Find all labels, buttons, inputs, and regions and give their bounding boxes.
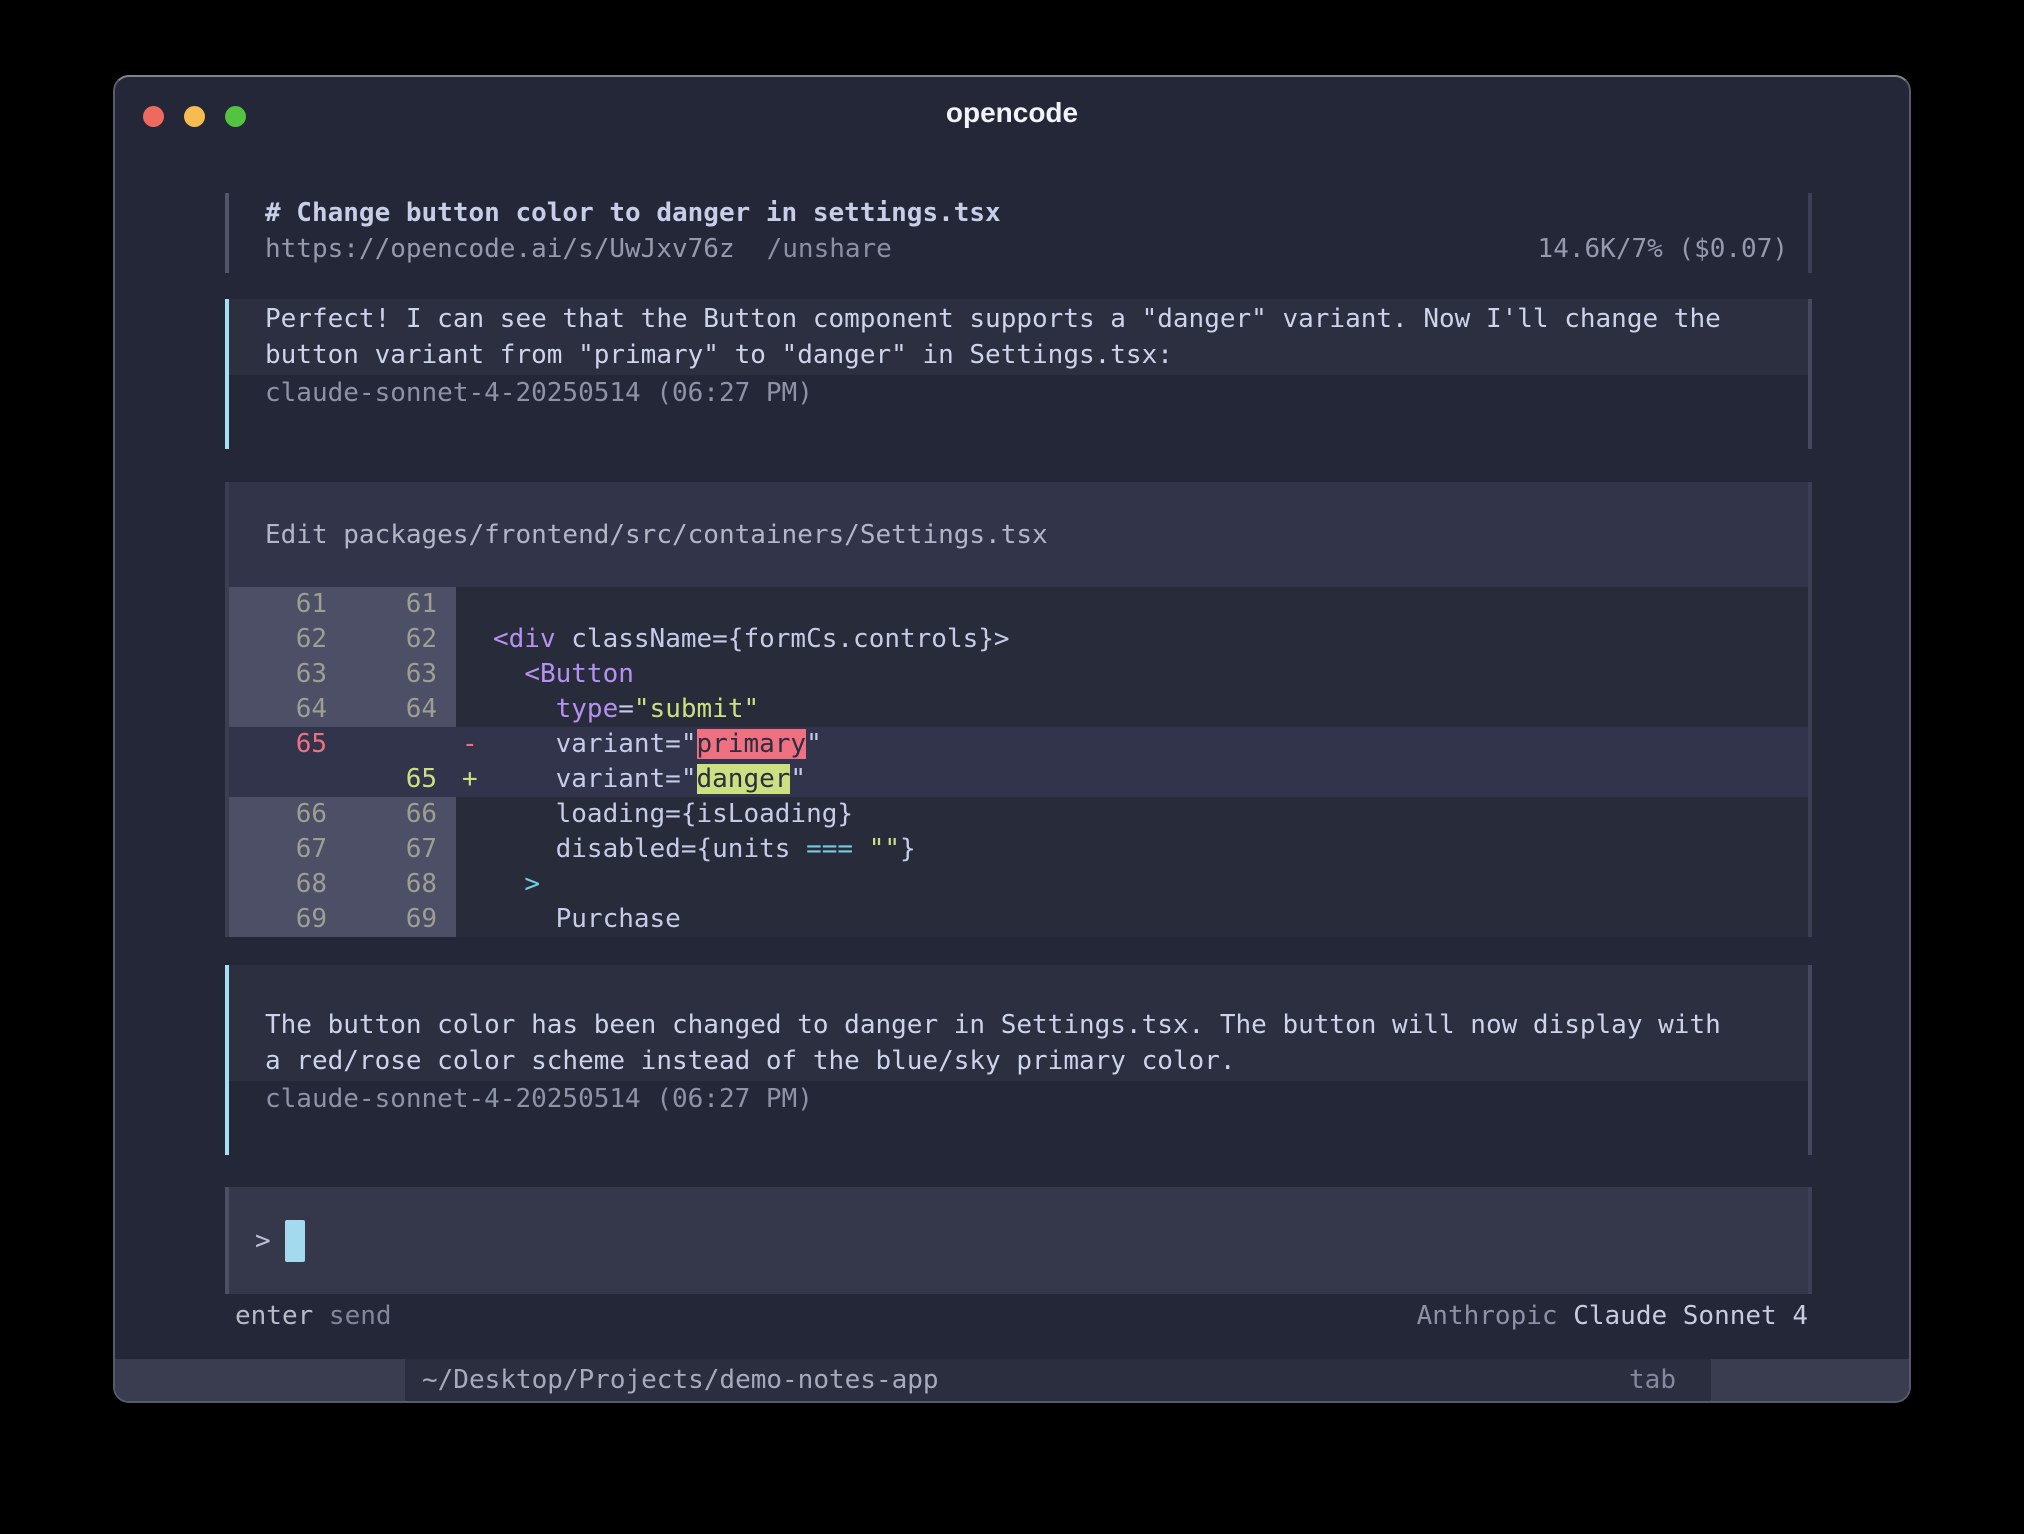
- diff-code-line: variant="primary": [490, 727, 822, 762]
- window-title: opencode: [115, 77, 1909, 145]
- diff-row: 6969 Purchase: [229, 902, 1808, 937]
- message-text-line: Perfect! I can see that the Button compo…: [265, 301, 1808, 337]
- text-cursor: [285, 1220, 305, 1262]
- session-title: # Change button color to danger in setti…: [265, 195, 1001, 231]
- diff-code-line: >: [490, 867, 540, 902]
- diff-row: 6464 type="submit": [229, 692, 1808, 727]
- diff-code-line: <div className={formCs.controls}>: [490, 622, 1010, 657]
- diff-code-line: [490, 587, 493, 622]
- diff-row: 6161: [229, 587, 1808, 622]
- input-hint-row: enter send Anthropic Claude Sonnet 4: [225, 1298, 1812, 1334]
- diff-change-marker: [456, 797, 490, 832]
- model-indicator[interactable]: Anthropic Claude Sonnet 4: [1417, 1298, 1808, 1334]
- diff-code-line: Purchase: [490, 902, 681, 937]
- prompt-input[interactable]: >: [225, 1187, 1812, 1294]
- diff-code-line: type="submit": [490, 692, 759, 727]
- message-body: Perfect! I can see that the Button compo…: [229, 299, 1808, 375]
- assistant-message: Perfect! I can see that the Button compo…: [225, 299, 1812, 449]
- diff-change-marker: [456, 867, 490, 902]
- session-meta-row: https://opencode.ai/s/UwJxv76z /unshare …: [265, 231, 1788, 267]
- enter-key-hint: enter: [235, 1301, 313, 1331]
- prompt-symbol: >: [255, 1226, 271, 1256]
- diff-row: 6666 loading={isLoading}: [229, 797, 1808, 832]
- diff-view: 61616262 <div className={formCs.controls}…: [229, 587, 1808, 937]
- window-titlebar[interactable]: opencode: [115, 77, 1909, 145]
- diff-change-marker: +: [456, 762, 490, 797]
- message-text-line: a red/rose color scheme instead of the b…: [265, 1043, 1808, 1079]
- send-hint: enter send: [235, 1298, 392, 1334]
- diff-line-numbers: 6767: [229, 832, 456, 867]
- diff-code-line: disabled={units === ""}: [490, 832, 916, 867]
- assistant-message: The button color has been changed to dan…: [225, 965, 1812, 1155]
- app-version-badge: opencodev0.3.11: [115, 1359, 405, 1401]
- diff-change-marker: [456, 657, 490, 692]
- diff-row: 65+ variant="danger": [229, 762, 1808, 797]
- message-text-line: button variant from "primary" to "danger…: [265, 337, 1808, 373]
- opencode-terminal-window: opencode # Change button color to danger…: [113, 75, 1911, 1403]
- diff-line-numbers: 65: [229, 762, 456, 797]
- mode-badge[interactable]: BUILD MODE: [1711, 1359, 1909, 1401]
- unshare-command[interactable]: /unshare: [767, 231, 892, 267]
- message-model-timestamp: claude-sonnet-4-20250514 (06:27 PM): [229, 1081, 1808, 1117]
- provider-name: Anthropic: [1417, 1301, 1558, 1331]
- diff-row: 6868 >: [229, 867, 1808, 902]
- diff-code-line: <Button: [490, 657, 634, 692]
- diff-line-numbers: 6868: [229, 867, 456, 902]
- diff-change-marker: -: [456, 727, 490, 762]
- diff-code-line: loading={isLoading}: [490, 797, 853, 832]
- message-model-timestamp: claude-sonnet-4-20250514 (06:27 PM): [229, 375, 1808, 411]
- diff-change-marker: [456, 622, 490, 657]
- diff-row: 6363 <Button: [229, 657, 1808, 692]
- tab-key-hint[interactable]: tab: [1629, 1359, 1676, 1401]
- send-label: send: [313, 1301, 391, 1331]
- diff-change-marker: [456, 902, 490, 937]
- diff-line-numbers: 6161: [229, 587, 456, 622]
- diff-change-marker: [456, 587, 490, 622]
- message-body: The button color has been changed to dan…: [229, 965, 1808, 1081]
- diff-line-numbers: 6666: [229, 797, 456, 832]
- session-title-row: # Change button color to danger in setti…: [265, 195, 1788, 231]
- diff-change-marker: [456, 692, 490, 727]
- status-bar: opencodev0.3.11 ~/Desktop/Projects/demo-…: [115, 1359, 1909, 1401]
- file-edit-tool-card: Edit packages/frontend/src/containers/Se…: [225, 482, 1812, 937]
- edit-card-header: Edit packages/frontend/src/containers/Se…: [229, 482, 1808, 587]
- diff-line-numbers: 65: [229, 727, 456, 762]
- token-usage-stats: 14.6K/7% ($0.07): [1538, 231, 1788, 267]
- share-url[interactable]: https://opencode.ai/s/UwJxv76z: [265, 231, 735, 267]
- session-header: # Change button color to danger in setti…: [225, 193, 1812, 273]
- diff-code-line: variant="danger": [490, 762, 806, 797]
- diff-line-numbers: 6363: [229, 657, 456, 692]
- diff-line-numbers: 6969: [229, 902, 456, 937]
- diff-row: 6262 <div className={formCs.controls}>: [229, 622, 1808, 657]
- diff-line-numbers: 6262: [229, 622, 456, 657]
- model-name: Claude Sonnet 4: [1558, 1301, 1808, 1331]
- message-text-line: The button color has been changed to dan…: [265, 1007, 1808, 1043]
- diff-row: 65- variant="primary": [229, 727, 1808, 762]
- working-directory: ~/Desktop/Projects/demo-notes-app: [422, 1359, 939, 1401]
- diff-change-marker: [456, 832, 490, 867]
- diff-row: 6767 disabled={units === ""}: [229, 832, 1808, 867]
- edit-file-path: Edit packages/frontend/src/containers/Se…: [265, 520, 1048, 550]
- diff-line-numbers: 6464: [229, 692, 456, 727]
